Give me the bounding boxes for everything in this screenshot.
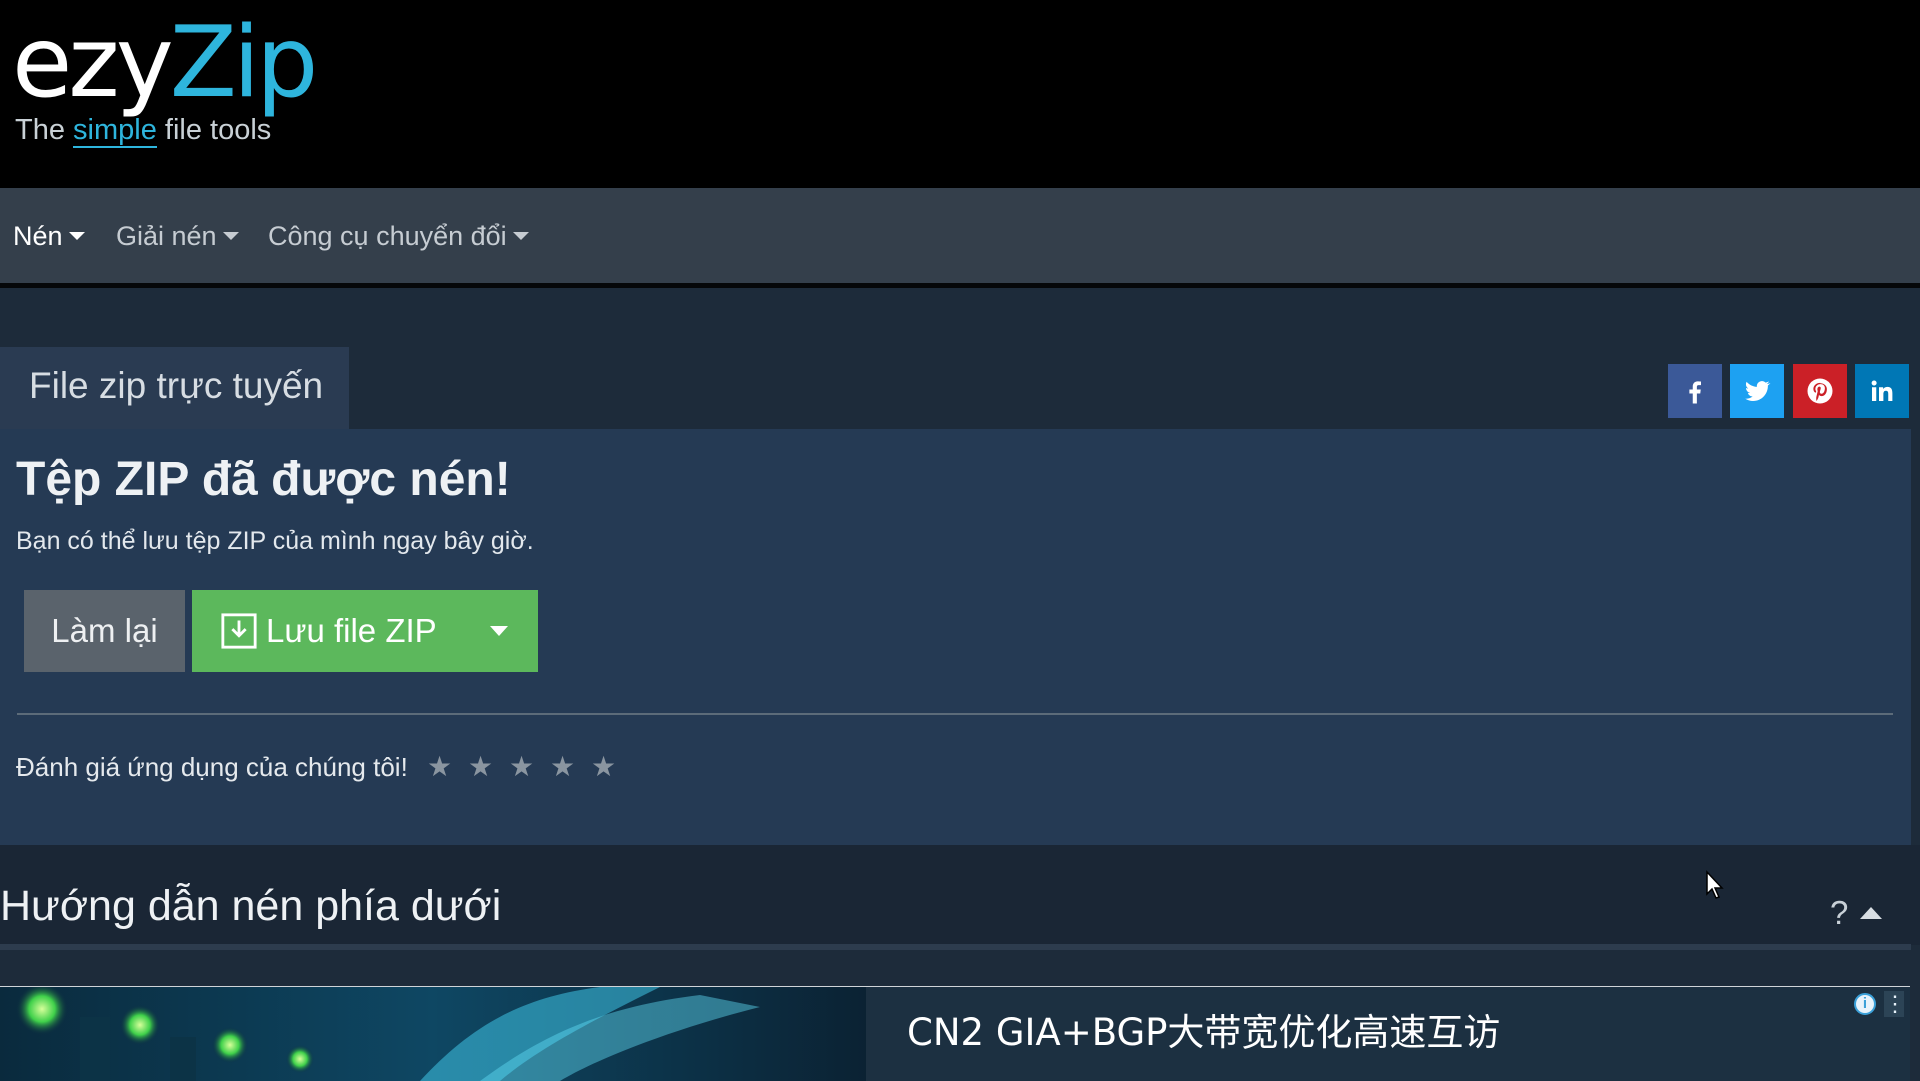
chevron-down-icon <box>68 231 85 240</box>
facebook-icon <box>1689 381 1701 404</box>
nav-compress[interactable]: Nén <box>13 221 85 252</box>
divider <box>17 713 1893 715</box>
guide-divider <box>0 944 1911 950</box>
star-icon[interactable]: ★ <box>427 750 468 783</box>
share-facebook-button[interactable] <box>1668 364 1722 418</box>
nav-extract[interactable]: Giải nén <box>116 221 239 252</box>
rating-stars: ★ ★ ★ ★ ★ <box>427 750 632 783</box>
ad-banner[interactable]: CN2 GIA+BGP大带宽优化高速互访 i ⋮ <box>0 986 1910 1081</box>
linkedin-icon <box>1871 380 1893 401</box>
logo-tagline: The simple file tools <box>15 114 272 148</box>
logo-wordmark: ezyZip <box>12 6 318 120</box>
save-options-dropdown-icon[interactable] <box>490 626 508 636</box>
ezyzip-logo[interactable]: ezyZip The simple file tools <box>12 6 318 148</box>
main-nav: Nén Giải nén Công cụ chuyển đổi <box>0 188 1920 288</box>
site-header: ezyZip The simple file tools <box>0 0 1920 188</box>
star-icon[interactable]: ★ <box>550 750 591 783</box>
ad-info-icon[interactable]: i <box>1854 993 1876 1015</box>
star-icon[interactable]: ★ <box>468 750 509 783</box>
result-subtext: Bạn có thể lưu tệp ZIP của mình ngay bây… <box>16 527 534 555</box>
save-zip-button[interactable]: Lưu file ZIP <box>192 590 538 672</box>
star-icon[interactable]: ★ <box>509 750 550 783</box>
download-icon <box>221 613 257 649</box>
page-title: Tệp ZIP đã được nén! <box>16 453 511 506</box>
share-pinterest-button[interactable] <box>1793 364 1847 418</box>
redo-button[interactable]: Làm lại <box>24 590 185 672</box>
rating-label: Đánh giá ứng dụng của chúng tôi! <box>16 752 408 782</box>
tab-online-zip[interactable]: File zip trực tuyến <box>0 347 349 429</box>
help-icon[interactable]: ? <box>1830 894 1848 932</box>
share-linkedin-button[interactable] <box>1855 364 1909 418</box>
pinterest-icon <box>1807 378 1833 404</box>
twitter-icon <box>1745 381 1771 401</box>
guide-title: Hướng dẫn nén phía dưới <box>0 882 502 930</box>
mouse-cursor-icon <box>1706 870 1724 899</box>
ad-menu-icon[interactable]: ⋮ <box>1884 991 1906 1017</box>
chevron-down-icon <box>512 231 529 240</box>
star-icon[interactable]: ★ <box>591 750 632 783</box>
ad-image <box>0 987 866 1081</box>
chevron-down-icon <box>222 231 239 240</box>
collapse-toggle-icon[interactable] <box>1860 907 1882 919</box>
share-twitter-button[interactable] <box>1730 364 1784 418</box>
nav-converters[interactable]: Công cụ chuyển đổi <box>268 221 529 252</box>
ad-headline: CN2 GIA+BGP大带宽优化高速互访 <box>907 1011 1501 1054</box>
